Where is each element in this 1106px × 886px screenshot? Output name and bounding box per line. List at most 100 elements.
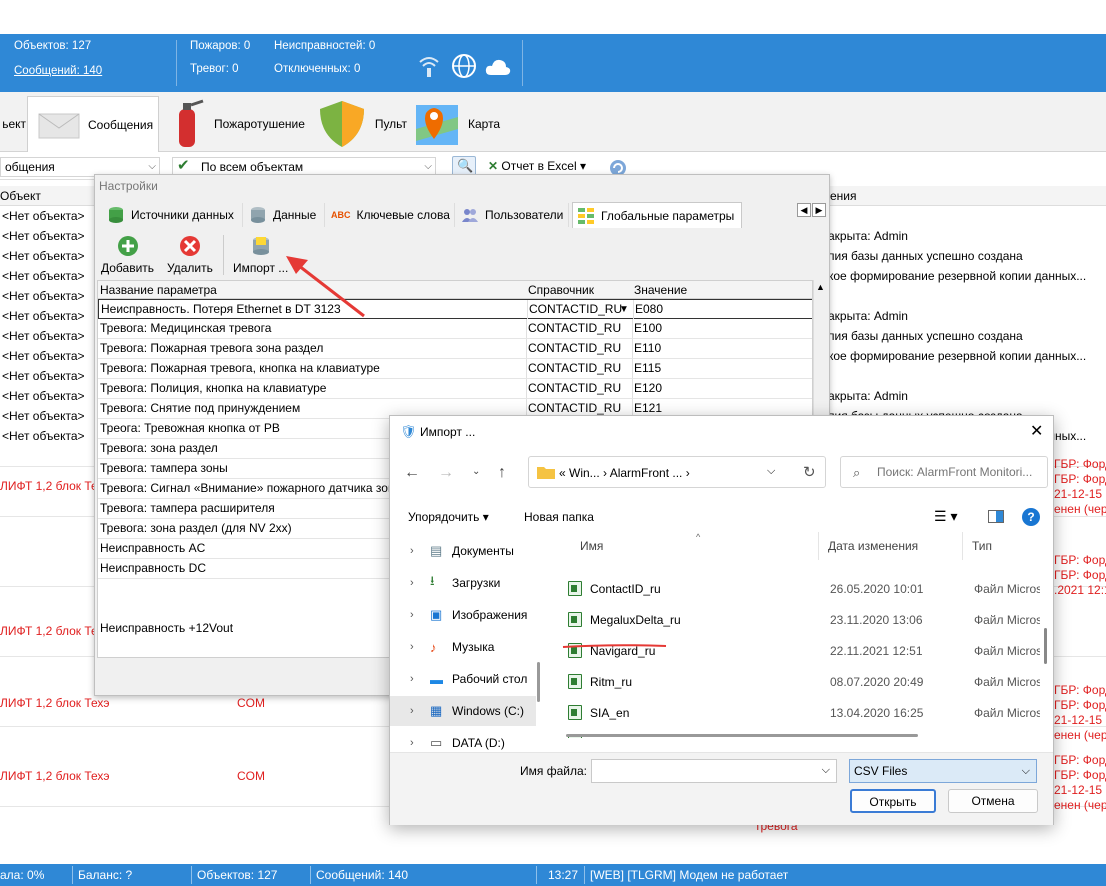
database-green-icon — [109, 207, 123, 223]
dropdown-arrow-icon[interactable]: ▼ — [619, 300, 629, 319]
table-row[interactable]: Тревога: Пожарная тревога зона раздел CON… — [98, 339, 812, 359]
file-date: 14.05.2021 18:09 — [830, 737, 923, 738]
button-label: Отчет в Excel — [501, 159, 577, 173]
nav-item[interactable]: › ▦ Windows (C:) — [390, 696, 536, 726]
add-button[interactable]: Добавить — [101, 235, 154, 275]
file-row[interactable]: MegaluxDelta_ru 23.11.2020 13:06 Файл Micr… — [550, 605, 1040, 635]
file-type-select[interactable]: CSV Files ⌵ — [849, 759, 1037, 783]
tab-scroll-left[interactable]: ◀ — [797, 203, 811, 217]
tab-users[interactable]: Пользователи — [457, 203, 569, 227]
chevron-right-icon[interactable]: › — [410, 545, 422, 557]
view-options-icon[interactable]: ☰ ▾ — [934, 508, 957, 525]
preview-pane-icon[interactable] — [988, 510, 1004, 523]
database-icon — [251, 207, 265, 223]
no-object-cell: <Нет объекта> — [2, 209, 85, 223]
open-button[interactable]: Открыть — [850, 789, 936, 813]
tab-keywords[interactable]: ABC Ключевые слова — [327, 203, 455, 227]
file-type: Файл Micros — [974, 644, 1040, 658]
search-input[interactable] — [877, 463, 1045, 481]
com-cell: COM — [237, 769, 265, 783]
column-message: ения — [830, 189, 857, 203]
breadcrumb-item[interactable]: AlarmFront ... — [610, 466, 683, 480]
history-chevron-icon[interactable]: ⌄ — [472, 466, 480, 477]
delete-icon — [179, 236, 200, 256]
chevron-right-icon[interactable]: › — [410, 737, 422, 749]
import-database-icon — [252, 237, 269, 255]
no-object-cell: <Нет объекта> — [2, 369, 85, 383]
cell-name: Тревога: Медицинская тревога — [100, 321, 272, 335]
file-row[interactable]: Navigard_ru 22.11.2021 12:51 Файл Micros — [550, 636, 1040, 666]
chevron-right-icon[interactable]: › — [410, 641, 422, 653]
button-label: Добавить — [101, 261, 155, 275]
back-icon[interactable]: ← — [404, 464, 420, 482]
tab-data-sources[interactable]: Источники данных — [103, 203, 243, 227]
nav-item-label: Музыка — [452, 640, 495, 654]
chevron-right-icon[interactable]: › — [410, 673, 422, 685]
cell-divider — [526, 319, 527, 338]
scroll-up-icon: ▲ — [816, 282, 825, 292]
cell-name: Неисправность DC — [100, 561, 206, 575]
table-row[interactable]: Тревога: Полиция, кнопка на клавиатуре CO… — [98, 379, 812, 399]
cancel-button[interactable]: Отмена — [948, 789, 1038, 813]
column-type[interactable]: Тип — [972, 539, 992, 553]
cell-name: Тревога: Снятие под принуждением — [100, 401, 301, 415]
new-folder-button[interactable]: Новая папка — [524, 510, 594, 524]
status-balance: Баланс: ? — [78, 868, 133, 882]
tab-object[interactable]: ьект — [0, 96, 26, 152]
cell-reference: CONTACTID_RU — [528, 321, 622, 335]
images-icon: ▣ — [430, 607, 443, 622]
filename-input[interactable]: ⌵ — [591, 759, 837, 783]
table-row[interactable]: Тревога: Пожарная тревога, кнопка на кла… — [98, 359, 812, 379]
chevron-right-icon[interactable]: › — [410, 609, 422, 621]
tab-scroll-right[interactable]: ▶ — [812, 203, 826, 217]
help-icon[interactable]: ? — [1022, 508, 1040, 526]
chevron-right-icon[interactable]: › — [410, 577, 422, 589]
table-row[interactable]: Неисправность. Потеря Ethernet в DT 3123… — [98, 299, 812, 319]
objects-count: Объектов: 127 — [14, 40, 92, 52]
nav-item[interactable]: › ▤ Документы — [390, 536, 536, 566]
excel-report-button[interactable]: ✕ Отчет в Excel ▾ — [488, 159, 586, 173]
shield-icon — [320, 101, 364, 147]
table-row[interactable]: Тревога: Медицинская тревога CONTACTID_RU… — [98, 319, 812, 339]
up-icon[interactable]: ↑ — [498, 464, 506, 482]
file-row[interactable]: ContactID_ru 26.05.2020 10:01 Файл Micros — [550, 574, 1040, 604]
tab-fire[interactable]: Пожаротушение — [160, 96, 310, 152]
tab-map[interactable]: Карта — [408, 96, 504, 152]
horizontal-scrollbar[interactable] — [566, 734, 918, 737]
nav-scrollbar[interactable] — [537, 662, 540, 702]
file-list-scrollbar[interactable] — [1044, 628, 1047, 664]
nav-item[interactable]: › ♪ Музыка — [390, 632, 536, 662]
file-row[interactable]: SIA_en 13.04.2020 16:25 Файл Micros — [550, 698, 1040, 728]
grid-settings-icon — [578, 207, 594, 224]
nav-item[interactable]: › ⭳ Загрузки — [390, 568, 536, 598]
search-icon: ⌕ — [853, 465, 861, 480]
chevron-right-icon[interactable]: › — [410, 705, 422, 717]
chevron-down-icon[interactable]: ⌵ — [822, 764, 830, 777]
breadcrumb-item[interactable]: Win... — [569, 466, 600, 480]
nav-item[interactable]: › ▣ Изображения — [390, 600, 536, 630]
column-name[interactable]: Имя — [580, 539, 603, 553]
tab-data[interactable]: Данные — [245, 203, 325, 227]
address-bar[interactable]: « Win... › AlarmFront ... › ⌵ ↻ — [528, 456, 826, 488]
tab-messages[interactable]: Сообщения — [27, 96, 159, 152]
messages-link[interactable]: Сообщений: 140 — [14, 65, 102, 77]
tab-global-params[interactable]: Глобальные параметры — [572, 202, 742, 228]
delete-button[interactable]: Удалить — [167, 235, 213, 275]
column-date[interactable]: Дата изменения — [828, 539, 918, 553]
refresh-icon[interactable]: ↻ — [803, 463, 816, 481]
chevron-down-icon[interactable]: ⌵ — [767, 465, 775, 478]
file-type: Файл Micros — [974, 737, 1040, 738]
nav-item[interactable]: › ▬ Рабочий стол — [390, 664, 536, 694]
cell-value: E115 — [634, 361, 662, 375]
column-name: Название параметра — [100, 283, 217, 297]
alarm-detail: ГБР: Форд — [1054, 568, 1106, 582]
file-row[interactable]: Ritm_ru 08.07.2020 20:49 Файл Micros — [550, 667, 1040, 697]
search-box[interactable]: ⌕ — [840, 456, 1048, 488]
tab-console[interactable]: Пульт — [311, 96, 407, 152]
close-icon[interactable]: ✕ — [1030, 421, 1043, 441]
forward-icon[interactable]: → — [438, 464, 454, 482]
alarm-detail: енен (чер — [1054, 728, 1106, 742]
cell-name: Тревога: тампера зоны — [100, 461, 228, 475]
organize-button[interactable]: Упорядочить ▾ — [408, 510, 489, 524]
alarm-detail: 21-12-15 — [1054, 713, 1103, 727]
